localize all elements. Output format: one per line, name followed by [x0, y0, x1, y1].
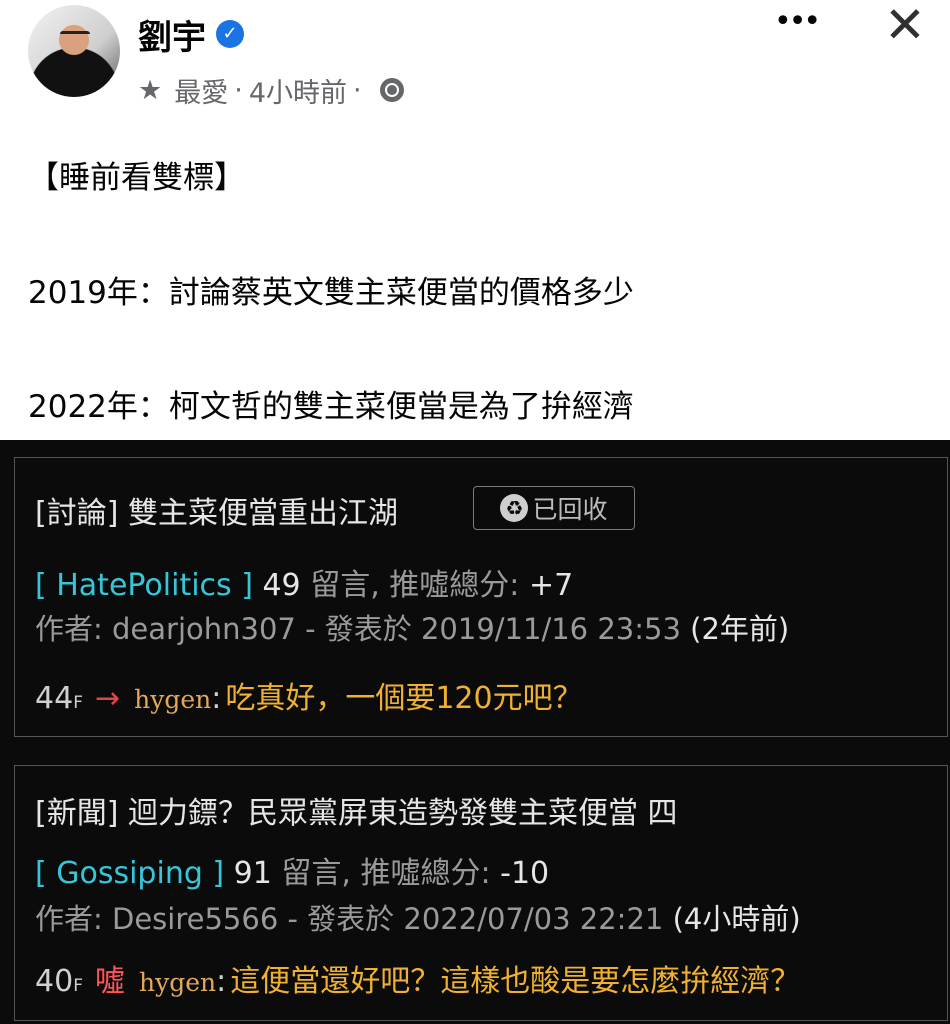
badge-label: 已回收 — [532, 495, 608, 524]
push-score: -10 — [500, 856, 550, 891]
post-meta: ★ 最愛 · 4小時前 · — [138, 71, 404, 110]
avatar[interactable] — [28, 5, 120, 97]
recycle-icon: ♻ — [500, 494, 529, 522]
article-title: [新聞] 迴力鏢？民眾黨屏東造勢發雙主菜便當 四 — [35, 796, 678, 831]
post-text-line: 【睡前看雙標】 — [28, 160, 245, 196]
post-header: 劉宇 ✓ ★ 最愛 · 4小時前 · ••• ✕ 【睡前看雙標】 2019年：討… — [0, 0, 950, 440]
posted-ago: (4小時前) — [672, 902, 801, 936]
count-label: 留言, 推噓總分: — [281, 856, 491, 891]
comment-user: hygen — [134, 685, 212, 714]
ptt-screenshot[interactable]: [討論] 雙主菜便當重出江湖 ♻ 已回收 [ HatePolitics ] 49… — [0, 440, 950, 1024]
board-name: [ HatePolitics ] — [35, 568, 253, 603]
post-text-line: 2019年：討論蔡英文雙主菜便當的價格多少 — [28, 275, 634, 311]
floor-suffix: F — [73, 693, 83, 713]
comment-line: 44 F → hygen : 吃真好，一個要120元吧？ — [35, 673, 583, 717]
comment-colon: : — [211, 681, 222, 716]
ptt-article-card: [新聞] 迴力鏢？民眾黨屏東造勢發雙主菜便當 四 [ Gossiping ] 9… — [14, 765, 948, 1021]
comment-count: 91 — [233, 856, 272, 891]
article-author: dearjohn307 — [112, 612, 296, 646]
floor-number: 44 — [35, 681, 74, 716]
comment-message: 這便當還好吧？這樣也酸是要怎麼拚經濟？ — [230, 964, 801, 999]
comment-count: 49 — [262, 568, 301, 603]
meta-dot: · — [234, 74, 243, 106]
boo-tag: 噓 — [94, 964, 125, 999]
author-prefix: 作者: — [35, 612, 103, 646]
meta-dot: · — [353, 74, 362, 106]
star-icon: ★ — [138, 74, 163, 106]
arrow-tag: → — [94, 681, 121, 716]
author-name[interactable]: 劉宇 — [138, 10, 206, 59]
posted-prefix: - 發表於 — [305, 612, 412, 646]
article-author: Desire5566 — [112, 902, 279, 936]
author-line: 作者: dearjohn307 - 發表於 2019/11/16 23:53 (… — [35, 606, 789, 648]
recycled-badge: ♻ 已回收 — [473, 486, 635, 530]
more-options-icon[interactable]: ••• — [774, 4, 821, 39]
glasses-shape — [60, 31, 90, 41]
board-line: [ Gossiping ] 91 留言, 推噓總分: -10 — [35, 848, 549, 892]
author-prefix: 作者: — [35, 902, 103, 936]
author-line: 作者: Desire5566 - 發表於 2022/07/03 22:21 (4… — [35, 896, 801, 938]
comment-line: 40 F 噓 hygen : 這便當還好吧？這樣也酸是要怎麼拚經濟？ — [35, 956, 800, 1000]
posted-prefix: - 發表於 — [287, 902, 395, 936]
floor-suffix: F — [73, 976, 83, 996]
push-score: +7 — [528, 568, 574, 603]
close-icon[interactable]: ✕ — [884, 0, 926, 54]
board-name: [ Gossiping ] — [35, 856, 225, 891]
posted-ago: (2年前) — [690, 612, 790, 646]
globe-icon — [379, 78, 404, 102]
article-title: [討論] 雙主菜便當重出江湖 — [35, 496, 398, 531]
post-text-line: 2022年：柯文哲的雙主菜便當是為了拚經濟 — [28, 389, 634, 425]
comment-user: hygen — [138, 968, 217, 997]
comment-colon: : — [216, 964, 227, 999]
post-time[interactable]: 4小時前 — [249, 71, 347, 110]
floor-number: 40 — [35, 964, 74, 999]
favorite-label: 最愛 — [174, 77, 229, 109]
ptt-article-card: [討論] 雙主菜便當重出江湖 ♻ 已回收 [ HatePolitics ] 49… — [14, 457, 948, 737]
posted-at: 2019/11/16 23:53 — [420, 612, 681, 646]
posted-at: 2022/07/03 22:21 — [403, 902, 664, 936]
comment-message: 吃真好，一個要120元吧？ — [225, 681, 583, 716]
board-line: [ HatePolitics ] 49 留言, 推噓總分: +7 — [35, 560, 573, 604]
count-label: 留言, 推噓總分: — [310, 568, 520, 603]
verified-icon: ✓ — [216, 20, 244, 48]
